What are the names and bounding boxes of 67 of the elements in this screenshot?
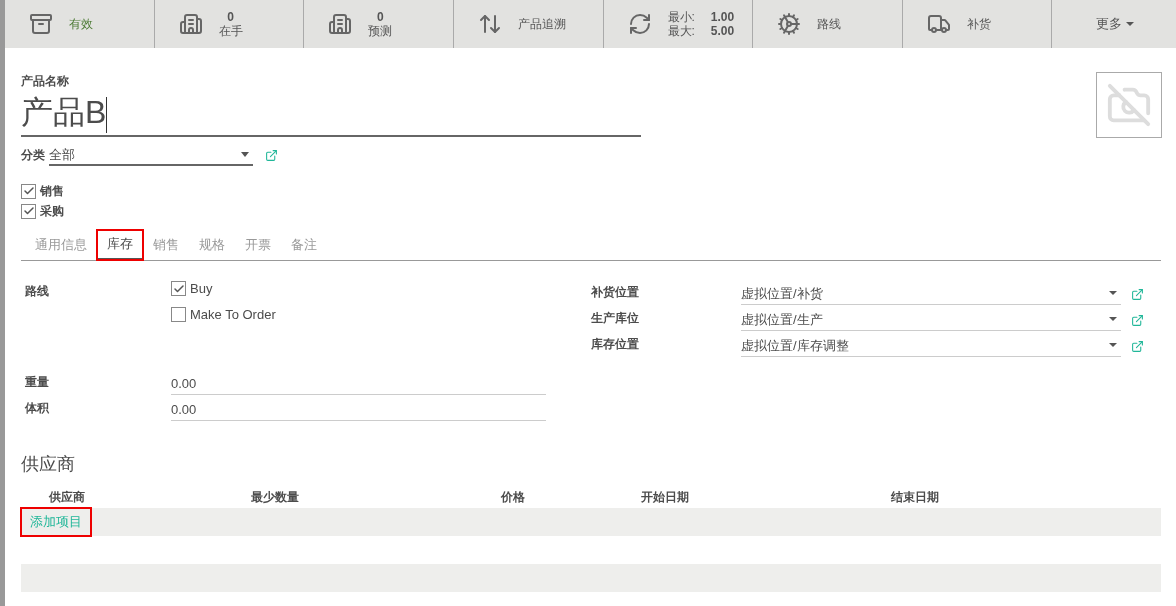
column-header: 最少数量	[251, 489, 300, 507]
column-header: 供应商	[48, 489, 86, 507]
product-name-input[interactable]: 产品B	[21, 92, 641, 137]
building-icon	[328, 12, 353, 36]
section-title: 供应商	[21, 453, 76, 477]
no-photo-icon	[1106, 82, 1152, 128]
stat-label: 补货	[966, 16, 991, 33]
refresh-icon	[627, 12, 652, 36]
field-label: 补货位置	[591, 284, 640, 302]
stat-button[interactable]: 0 预测	[304, 0, 454, 48]
stat-button[interactable]: 补货	[902, 0, 1053, 48]
truck-icon	[926, 12, 951, 36]
stat-button[interactable]: 有效	[5, 0, 155, 48]
field-label: 分类	[21, 147, 45, 165]
tab[interactable]: 库存	[97, 230, 143, 261]
stat-button[interactable]: 最小: 1.00 最大: 5.00	[603, 0, 754, 48]
min-value: 1.00	[710, 10, 735, 24]
column-header: 价格	[501, 489, 526, 507]
external-link-icon[interactable]	[1131, 314, 1144, 328]
stat-label: 有效	[69, 16, 93, 33]
location-select[interactable]: 虚拟位置/库存调整	[741, 335, 1121, 358]
field-label: 体积	[24, 400, 50, 418]
up-down-arrow-icon	[477, 12, 502, 36]
category-select[interactable]: 全部	[49, 144, 253, 167]
max-label: 最大:	[667, 24, 695, 38]
more-button[interactable]: 更多	[1052, 0, 1176, 48]
checkbox-label: 采购	[40, 203, 64, 221]
location-select[interactable]: 虚拟位置/补货	[741, 283, 1121, 306]
caret-icon	[1109, 343, 1117, 348]
image-placeholder[interactable]	[1096, 72, 1162, 138]
number-input[interactable]: 0.00	[171, 399, 546, 422]
stat-label: 预测	[368, 24, 393, 38]
stat-label: 产品追溯	[517, 16, 566, 33]
location-select[interactable]: 虚拟位置/生产	[741, 309, 1121, 332]
stat-value: 0	[375, 10, 385, 24]
checkbox-label: Make To Order	[190, 305, 276, 324]
stat-label: 路线	[817, 16, 842, 33]
external-link-icon[interactable]	[1131, 288, 1144, 302]
field-label: 路线	[24, 283, 50, 301]
checkbox[interactable]	[21, 203, 36, 219]
caret-icon	[1109, 317, 1117, 322]
checkbox-label: Buy	[190, 280, 213, 299]
stat-button[interactable]: 路线	[753, 0, 903, 48]
stat-value: 0	[226, 10, 235, 24]
archive-icon	[29, 12, 53, 36]
checkbox[interactable]	[171, 281, 186, 297]
external-link-icon[interactable]	[265, 148, 278, 162]
stat-label: 在手	[218, 24, 243, 38]
field-label: 生产库位	[591, 310, 640, 328]
column-header: 结束日期	[891, 489, 940, 507]
stat-button[interactable]: 产品追溯	[453, 0, 604, 48]
external-link-icon[interactable]	[1131, 340, 1144, 354]
min-label: 最小:	[667, 10, 695, 24]
checkbox[interactable]	[171, 306, 186, 322]
checkbox-label: 销售	[40, 183, 64, 201]
caret-icon	[1125, 22, 1134, 26]
max-value: 5.00	[710, 24, 735, 38]
caret-icon	[1109, 291, 1117, 296]
column-header: 开始日期	[641, 489, 690, 507]
field-label: 库存位置	[591, 336, 640, 354]
stat-button[interactable]: 0 在手	[154, 0, 305, 48]
checkbox[interactable]	[21, 183, 36, 199]
number-input[interactable]: 0.00	[171, 373, 546, 396]
field-label: 重量	[24, 374, 50, 392]
building-icon	[178, 12, 203, 36]
caret-icon	[241, 151, 249, 157]
field-label: 产品名称	[21, 73, 70, 90]
